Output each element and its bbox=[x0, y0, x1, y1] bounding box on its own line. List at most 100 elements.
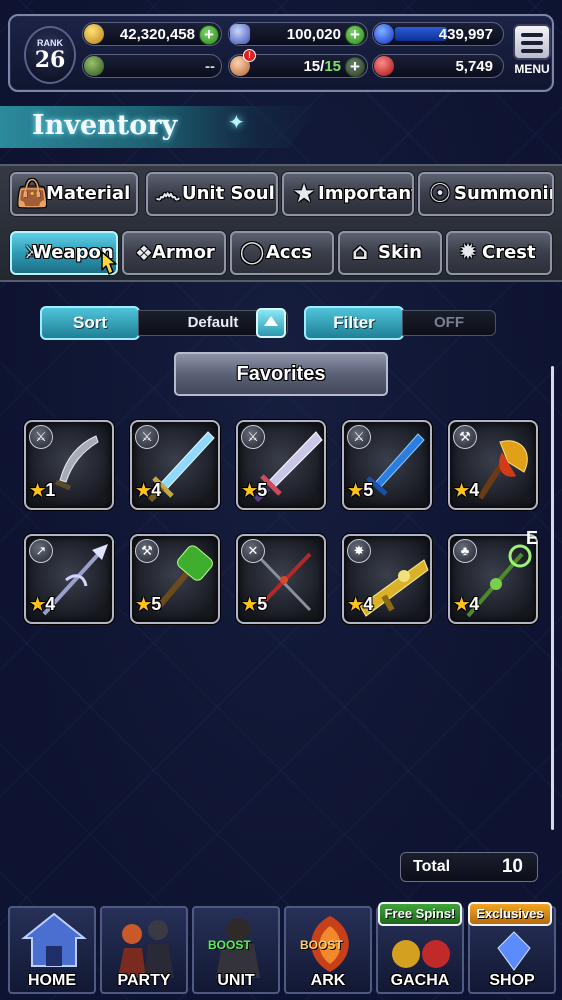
weapon-item[interactable]: ⚔ ★5 bbox=[236, 420, 326, 510]
menu-label: MENU bbox=[514, 62, 550, 76]
soul-flame-icon: ෴ bbox=[155, 179, 181, 209]
tab-label: Unit Soul bbox=[182, 183, 275, 204]
tab-skin[interactable]: ⌂ Skin bbox=[338, 231, 442, 275]
add-gold-button[interactable]: + bbox=[199, 25, 219, 45]
sort-control: Sort Default bbox=[40, 306, 288, 340]
menu-button[interactable]: MENU bbox=[510, 24, 554, 88]
spear-type-icon: ↗ bbox=[29, 539, 53, 563]
hanger-icon: ⌂ bbox=[352, 240, 368, 265]
nav-label: ARK bbox=[310, 972, 346, 989]
total-counter: Total 10 bbox=[400, 852, 538, 882]
orb-value: 439,997 bbox=[438, 26, 493, 43]
status-header: RANK 26 42,320,458 + 100,020 + 439,997 -… bbox=[8, 14, 554, 92]
unit-boost-tag: BOOST bbox=[208, 938, 251, 952]
hamburger-icon bbox=[513, 24, 551, 60]
stamina-value: 15/15 bbox=[303, 58, 341, 75]
weapon-item[interactable]: ⚒ ★4 bbox=[448, 420, 538, 510]
total-value: 10 bbox=[501, 856, 523, 877]
ruby-counter: 5,749 bbox=[372, 54, 504, 78]
rank-badge[interactable]: RANK 26 bbox=[24, 26, 76, 84]
rarity-value: 5 bbox=[363, 480, 374, 500]
rarity-value: 5 bbox=[257, 594, 268, 614]
exclusives-tag: Exclusives bbox=[468, 902, 552, 926]
nav-label: GACHA bbox=[390, 972, 450, 989]
hammer-type-icon: ⚒ bbox=[135, 539, 159, 563]
gold-value: 42,320,458 bbox=[119, 26, 195, 43]
rarity-stars: ★5 bbox=[242, 594, 268, 614]
tab-summoning[interactable]: ☉ Summoning bbox=[418, 172, 554, 216]
gun-type-icon: ✸ bbox=[347, 539, 371, 563]
rarity-value: 4 bbox=[469, 594, 480, 614]
summon-helm-icon: ☉ bbox=[428, 179, 452, 209]
weapon-item[interactable]: ⚔ ★5 bbox=[342, 420, 432, 510]
nav-label: PARTY bbox=[117, 972, 171, 989]
rarity-stars: ★1 bbox=[30, 480, 56, 500]
sword-type-icon: ⚔ bbox=[29, 425, 53, 449]
tab-armor[interactable]: ❖ Armor bbox=[122, 231, 226, 275]
tab-material[interactable]: 👜 Material bbox=[10, 172, 138, 216]
sort-button[interactable]: Sort bbox=[40, 306, 140, 340]
compass-counter: -- bbox=[82, 54, 222, 78]
weapon-item[interactable]: ♣ ★4 bbox=[448, 534, 538, 624]
compass-icon bbox=[84, 56, 104, 76]
tab-label: Summoning bbox=[454, 183, 552, 204]
gold-coin-icon bbox=[84, 24, 104, 44]
red-gem-icon bbox=[374, 56, 394, 76]
home-icon bbox=[21, 912, 87, 967]
rarity-stars: ★4 bbox=[30, 594, 56, 614]
weapon-item[interactable]: ⚔ ★1 bbox=[24, 420, 114, 510]
stamina-alert-badge: ! bbox=[243, 49, 256, 62]
pointer-cursor-icon bbox=[101, 251, 117, 275]
ruby-value: 5,749 bbox=[455, 58, 493, 75]
blue-orb-icon bbox=[374, 24, 394, 44]
weapon-item[interactable]: ⚔ ★4 bbox=[130, 420, 220, 510]
rarity-stars: ★4 bbox=[454, 594, 480, 614]
rarity-stars: ★5 bbox=[136, 594, 162, 614]
tab-label: Crest bbox=[482, 242, 536, 263]
nav-label: UNIT bbox=[217, 972, 255, 989]
equipped-badge: E bbox=[526, 528, 539, 548]
free-spins-tag: Free Spins! bbox=[378, 902, 462, 926]
scrollbar[interactable] bbox=[551, 366, 554, 830]
tab-label: Important bbox=[318, 183, 414, 204]
favorites-button[interactable]: Favorites bbox=[174, 352, 388, 396]
star-icon: ★ bbox=[292, 179, 316, 209]
total-label: Total bbox=[413, 858, 451, 875]
filter-value[interactable]: OFF bbox=[402, 310, 496, 336]
rarity-stars: ★5 bbox=[242, 480, 268, 500]
rarity-stars: ★4 bbox=[454, 480, 480, 500]
sparkle-icon: ✦ bbox=[228, 112, 245, 134]
ark-boost-tag: BOOST bbox=[300, 938, 343, 952]
filter-button[interactable]: Filter bbox=[304, 306, 404, 340]
sort-order-button[interactable] bbox=[256, 308, 286, 338]
axe-type-icon: ⚒ bbox=[453, 425, 477, 449]
weapon-item[interactable]: ↗ ★4 bbox=[24, 534, 114, 624]
nav-home[interactable]: HOME bbox=[8, 906, 96, 994]
stamina-current: 15/ bbox=[303, 58, 325, 75]
nav-unit[interactable]: BOOST UNIT bbox=[192, 906, 280, 994]
weapon-item[interactable]: ✸ ★4 bbox=[342, 534, 432, 624]
tab-unit-soul[interactable]: ෴ Unit Soul bbox=[146, 172, 278, 216]
rarity-value: 4 bbox=[151, 480, 162, 500]
tab-label: Skin bbox=[378, 242, 422, 263]
stamina-counter: ! 15/15 + bbox=[228, 49, 368, 78]
tab-crest[interactable]: ✹ Crest bbox=[446, 231, 552, 275]
orb-counter: 439,997 bbox=[372, 22, 504, 46]
weapon-item[interactable]: ⚒ ★5 bbox=[130, 534, 220, 624]
add-crystal-button[interactable]: + bbox=[345, 25, 365, 45]
tab-accs[interactable]: ◯ Accs bbox=[230, 231, 334, 275]
rarity-value: 1 bbox=[45, 480, 56, 500]
crystal-counter: 100,020 + bbox=[228, 22, 368, 46]
nav-ark[interactable]: BOOST ARK bbox=[284, 906, 372, 994]
triangle-up-icon bbox=[264, 316, 278, 326]
add-stamina-button[interactable]: + bbox=[345, 57, 365, 77]
dual-blades-type-icon: ✕ bbox=[241, 539, 265, 563]
nav-party[interactable]: PARTY bbox=[100, 906, 188, 994]
rank-value: 26 bbox=[34, 47, 66, 73]
tab-label: Armor bbox=[152, 242, 215, 263]
rarity-value: 4 bbox=[45, 594, 56, 614]
ring-icon: ◯ bbox=[239, 240, 265, 265]
staff-type-icon: ♣ bbox=[453, 539, 477, 563]
weapon-item[interactable]: ✕ ★5 bbox=[236, 534, 326, 624]
tab-important[interactable]: ★ Important bbox=[282, 172, 414, 216]
